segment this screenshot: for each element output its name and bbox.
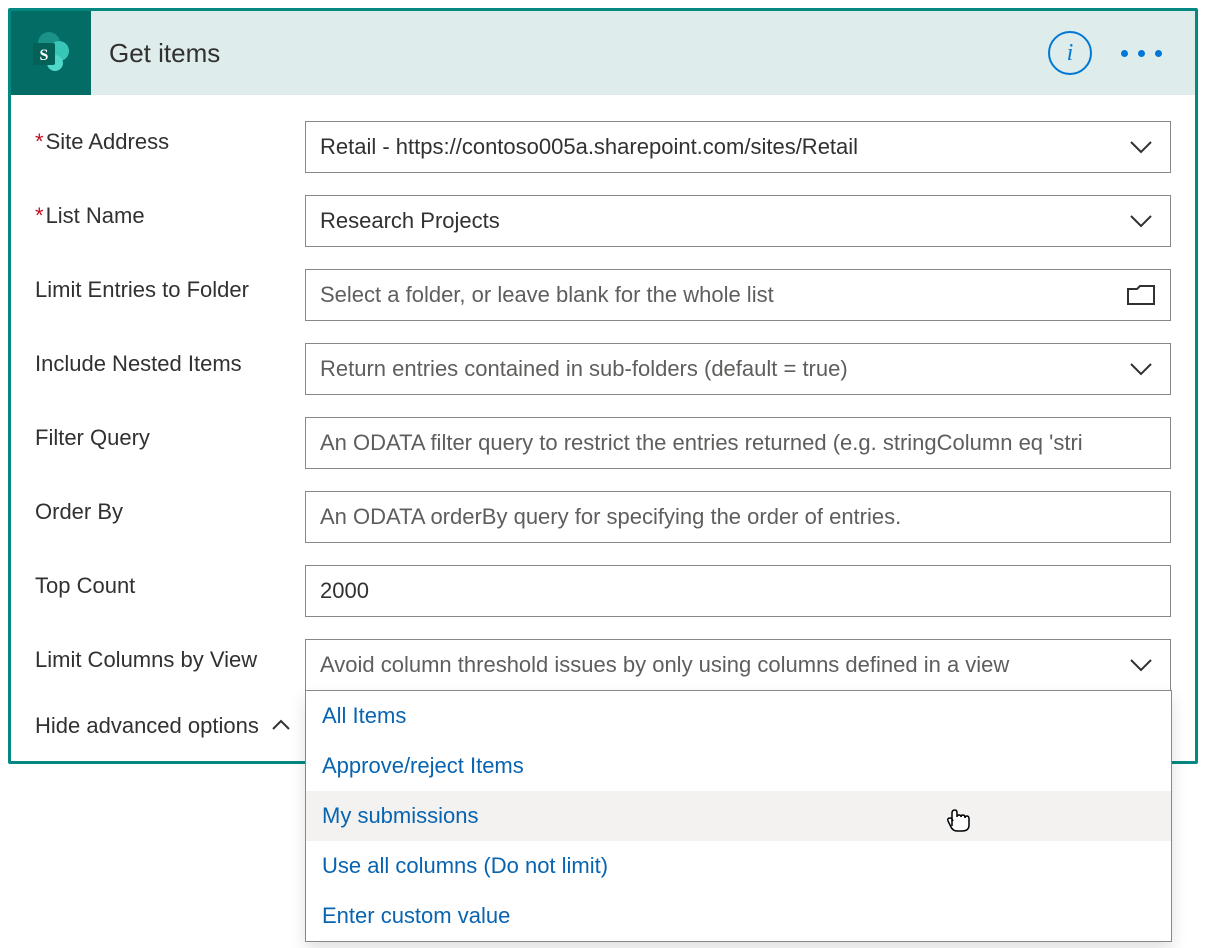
chevron-down-icon — [1126, 362, 1156, 376]
limit-folder-label: Limit Entries to Folder — [35, 269, 305, 303]
top-count-text-input[interactable] — [320, 578, 1156, 604]
order-by-label: Order By — [35, 491, 305, 525]
field-row-filter: Filter Query — [35, 417, 1171, 469]
filter-label: Filter Query — [35, 417, 305, 451]
info-button[interactable]: i — [1048, 31, 1092, 75]
field-row-limit-view: Limit Columns by View Avoid column thres… — [35, 639, 1171, 691]
field-row-site-address: *Site Address Retail - https://contoso00… — [35, 121, 1171, 173]
dropdown-item-approve-reject[interactable]: Approve/reject Items — [306, 741, 1171, 791]
limit-folder-input[interactable]: Select a folder, or leave blank for the … — [305, 269, 1171, 321]
more-menu-button[interactable] — [1116, 50, 1167, 57]
order-by-input[interactable] — [305, 491, 1171, 543]
chevron-down-icon — [1126, 140, 1156, 154]
card-body: *Site Address Retail - https://contoso00… — [11, 95, 1195, 707]
folder-icon[interactable] — [1126, 283, 1156, 307]
dropdown-item-use-all-columns[interactable]: Use all columns (Do not limit) — [306, 841, 1171, 891]
dropdown-item-custom-value[interactable]: Enter custom value — [306, 891, 1171, 941]
action-card: S Get items i *Site Address Retail - htt… — [8, 8, 1198, 764]
site-address-select[interactable]: Retail - https://contoso005a.sharepoint.… — [305, 121, 1171, 173]
limit-view-dropdown: All Items Approve/reject Items My submis… — [305, 690, 1172, 942]
nested-label: Include Nested Items — [35, 343, 305, 377]
filter-text-input[interactable] — [320, 430, 1156, 456]
filter-input[interactable] — [305, 417, 1171, 469]
field-row-top-count: Top Count — [35, 565, 1171, 617]
limit-view-select[interactable]: Avoid column threshold issues by only us… — [305, 639, 1171, 691]
top-count-label: Top Count — [35, 565, 305, 599]
card-header: S Get items i — [11, 11, 1195, 95]
dropdown-item-my-submissions[interactable]: My submissions — [306, 791, 1171, 841]
cursor-icon — [943, 801, 971, 839]
dropdown-item-all-items[interactable]: All Items — [306, 691, 1171, 741]
sharepoint-icon: S — [11, 11, 91, 95]
top-count-input[interactable] — [305, 565, 1171, 617]
limit-view-label: Limit Columns by View — [35, 639, 305, 673]
nested-select[interactable]: Return entries contained in sub-folders … — [305, 343, 1171, 395]
field-row-nested: Include Nested Items Return entries cont… — [35, 343, 1171, 395]
chevron-down-icon — [1126, 658, 1156, 672]
list-name-label: *List Name — [35, 195, 305, 229]
card-title: Get items — [91, 38, 1048, 69]
field-row-order-by: Order By — [35, 491, 1171, 543]
field-row-limit-folder: Limit Entries to Folder Select a folder,… — [35, 269, 1171, 321]
chevron-down-icon — [1126, 214, 1156, 228]
field-row-list-name: *List Name Research Projects — [35, 195, 1171, 247]
order-by-text-input[interactable] — [320, 504, 1156, 530]
list-name-select[interactable]: Research Projects — [305, 195, 1171, 247]
svg-text:S: S — [40, 47, 49, 64]
site-address-label: *Site Address — [35, 121, 305, 155]
chevron-up-icon — [271, 711, 291, 737]
